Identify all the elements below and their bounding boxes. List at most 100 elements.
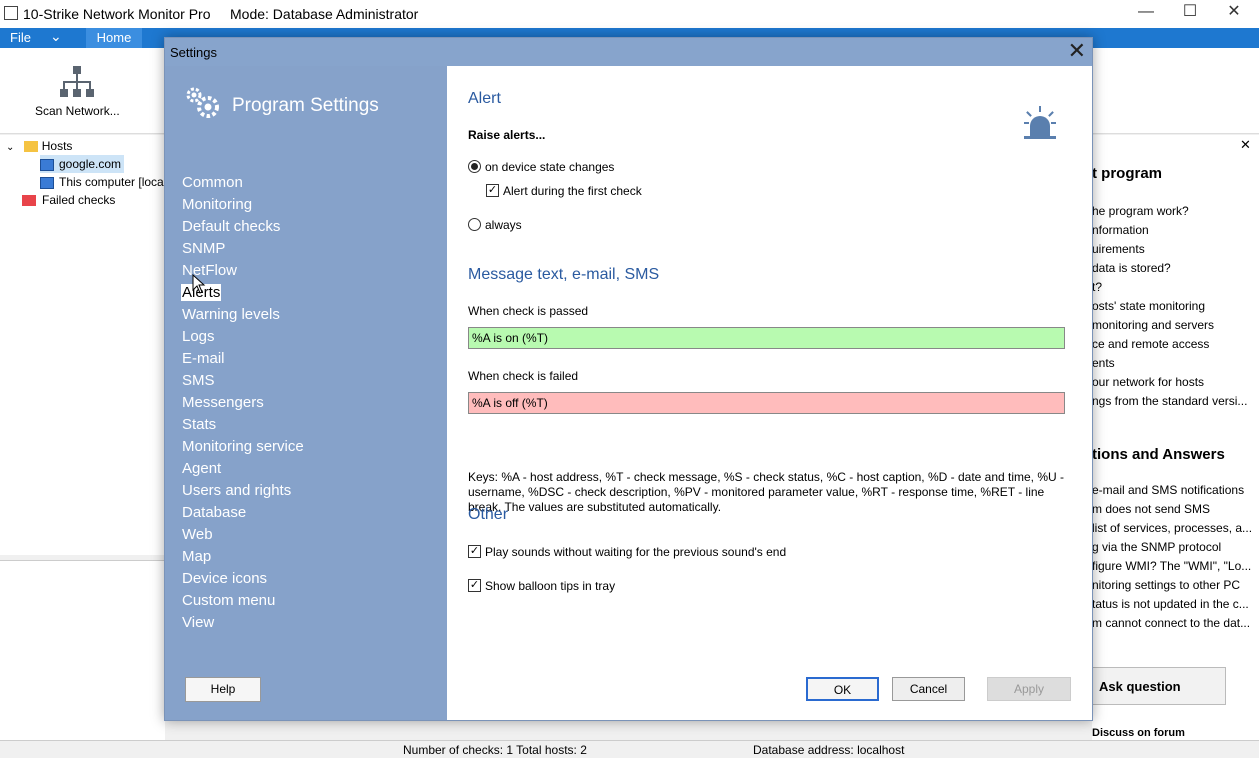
maximize-button[interactable]: ☐	[1167, 0, 1213, 28]
app-mode: Mode: Database Administrator	[230, 6, 419, 22]
help-link[interactable]: monitoring and servers	[1092, 318, 1214, 332]
settings-content: Alert Raise alerts... on device state ch…	[448, 66, 1092, 720]
settings-sidebar: Program Settings Common Monitoring Default…	[165, 66, 447, 720]
nav-item-netflow[interactable]: NetFlow	[181, 262, 238, 279]
message-heading: Message text, e-mail, SMS	[468, 266, 660, 283]
siren-icon	[1024, 106, 1056, 139]
help-link[interactable]: he program work?	[1092, 204, 1189, 218]
file-menu[interactable]: File	[10, 30, 31, 45]
scan-network-button[interactable]: Scan Network...	[35, 104, 120, 118]
help-button[interactable]: Help	[185, 677, 261, 702]
play-sounds-checkbox[interactable]: ✓	[468, 545, 481, 558]
computer-icon	[40, 176, 54, 189]
apply-button[interactable]: Apply	[987, 677, 1071, 701]
status-bar: Number of checks: 1 Total hosts: 2 Datab…	[0, 740, 1259, 758]
help-link[interactable]: our network for hosts	[1092, 375, 1204, 389]
minimize-button[interactable]: —	[1123, 0, 1169, 28]
help-link[interactable]: t?	[1092, 280, 1102, 294]
help-link[interactable]: data is stored?	[1092, 261, 1171, 275]
nav-item-stats[interactable]: Stats	[181, 416, 217, 433]
faq-link[interactable]: e-mail and SMS notifications	[1092, 483, 1244, 497]
dialog-titlebar: Settings ✕	[165, 38, 1092, 66]
dialog-title: Settings	[170, 45, 217, 60]
help-panel: ✕ t program he program work? nformation …	[1092, 135, 1259, 740]
raise-alerts-label: Raise alerts...	[468, 128, 546, 142]
tree-item-failed-checks[interactable]: Failed checks	[22, 191, 115, 209]
computer-icon	[40, 158, 54, 171]
nav-item-custom-menu[interactable]: Custom menu	[181, 592, 276, 609]
ok-button[interactable]: OK	[806, 677, 879, 701]
nav-item-device-icons[interactable]: Device icons	[181, 570, 268, 587]
help-link[interactable]: osts' state monitoring	[1092, 299, 1205, 313]
nav-item-users-and-rights[interactable]: Users and rights	[181, 482, 292, 499]
faq-link[interactable]: list of services, processes, a...	[1092, 521, 1252, 535]
tree-item-google[interactable]: google.com	[40, 155, 125, 173]
tree-label: google.com	[59, 157, 122, 171]
tree-item-this-computer[interactable]: This computer [loca	[40, 173, 164, 191]
faq-link[interactable]: m cannot connect to the dat...	[1092, 616, 1250, 630]
balloon-tips-checkbox[interactable]: ✓	[468, 579, 481, 592]
nav-item-logs[interactable]: Logs	[181, 328, 216, 345]
nav-item-sms[interactable]: SMS	[181, 372, 216, 389]
nav-item-map[interactable]: Map	[181, 548, 212, 565]
other-heading: Other	[468, 506, 509, 523]
chevron-down-icon[interactable]: ⌄	[50, 28, 62, 45]
cancel-button[interactable]: Cancel	[892, 677, 965, 701]
radio-state-changes[interactable]	[468, 160, 481, 173]
help-link[interactable]: ents	[1092, 356, 1115, 370]
folder-icon	[22, 195, 36, 207]
chevron-down-icon[interactable]: ⌄	[6, 142, 14, 153]
faq-link[interactable]: g via the SNMP protocol	[1092, 540, 1221, 554]
app-title: 10-Strike Network Monitor Pro	[23, 6, 211, 22]
nav-item-e-mail[interactable]: E-mail	[181, 350, 226, 367]
radio-always[interactable]	[468, 218, 481, 231]
tree-label: Failed checks	[42, 193, 116, 207]
faq-link[interactable]: tatus is not updated in the c...	[1092, 597, 1249, 611]
ask-question-button[interactable]: Ask question	[1092, 667, 1226, 705]
radio-state-changes-label[interactable]: on device state changes	[485, 160, 614, 174]
nav-item-agent[interactable]: Agent	[181, 460, 222, 477]
keys-help-text: Keys: %A - host address, %T - check mess…	[468, 470, 1065, 514]
help-heading: t program	[1092, 165, 1163, 182]
help-link[interactable]: ngs from the standard versi...	[1092, 394, 1247, 408]
faq-link[interactable]: figure WMI? The "WMI", "Lo...	[1092, 559, 1251, 573]
balloon-tips-label[interactable]: Show balloon tips in tray	[485, 579, 615, 593]
passed-label: When check is passed	[468, 304, 589, 318]
dialog-close-button[interactable]: ✕	[1068, 39, 1086, 63]
nav-item-default-checks[interactable]: Default checks	[181, 218, 281, 235]
network-icon	[60, 66, 94, 97]
sidebar-title: Program Settings	[232, 95, 379, 116]
first-check-label[interactable]: Alert during the first check	[503, 184, 642, 198]
nav-item-snmp[interactable]: SNMP	[181, 240, 226, 257]
first-check-checkbox[interactable]: ✓	[486, 184, 499, 197]
tree-label: This computer [loca	[59, 175, 164, 189]
nav-item-web[interactable]: Web	[181, 526, 214, 543]
radio-always-label[interactable]: always	[485, 218, 522, 232]
tab-home[interactable]: Home	[86, 28, 142, 48]
failed-label: When check is failed	[468, 369, 579, 383]
help-link[interactable]: nformation	[1092, 223, 1149, 237]
help-link[interactable]: uirements	[1092, 242, 1145, 256]
status-checks: Number of checks: 1 Total hosts: 2	[403, 743, 587, 757]
nav-item-monitoring[interactable]: Monitoring	[181, 196, 253, 213]
close-button[interactable]: ✕	[1211, 0, 1257, 28]
tree-root-hosts[interactable]: ⌄ Hosts	[6, 137, 72, 155]
folder-icon	[23, 141, 38, 153]
app-icon	[4, 6, 18, 20]
play-sounds-label[interactable]: Play sounds without waiting for the prev…	[485, 545, 786, 559]
forum-link[interactable]: Discuss on forum	[1092, 727, 1185, 739]
passed-message-field[interactable]	[468, 327, 1065, 349]
close-icon[interactable]: ✕	[1240, 137, 1251, 153]
failed-message-field[interactable]	[468, 392, 1065, 414]
faq-link[interactable]: nitoring settings to other PC	[1092, 578, 1240, 592]
nav-item-warning-levels[interactable]: Warning levels	[181, 306, 281, 323]
nav-item-monitoring-service[interactable]: Monitoring service	[181, 438, 305, 455]
help-link[interactable]: ce and remote access	[1092, 337, 1209, 351]
app-titlebar: 10-Strike Network Monitor Pro Mode: Data…	[0, 0, 1259, 28]
mouse-cursor-icon	[192, 274, 206, 294]
faq-link[interactable]: m does not send SMS	[1092, 502, 1210, 516]
nav-item-database[interactable]: Database	[181, 504, 247, 521]
nav-item-messengers[interactable]: Messengers	[181, 394, 265, 411]
nav-item-view[interactable]: View	[181, 614, 215, 631]
nav-item-common[interactable]: Common	[181, 174, 244, 191]
